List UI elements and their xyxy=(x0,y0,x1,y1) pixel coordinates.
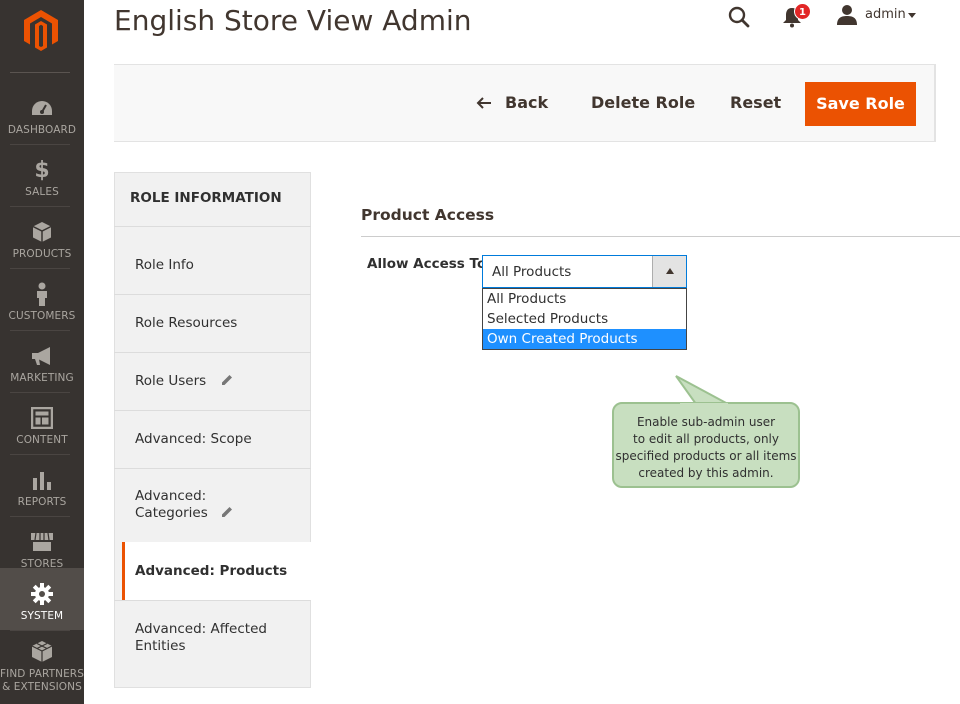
allow-access-select[interactable]: All Products xyxy=(482,255,687,288)
user-icon[interactable] xyxy=(836,4,858,26)
page-title: English Store View Admin xyxy=(114,4,472,37)
section-title: Product Access xyxy=(361,206,495,224)
tab-divider xyxy=(114,352,311,353)
option-own-created-products[interactable]: Own Created Products xyxy=(483,329,686,349)
nav-content[interactable]: CONTENT xyxy=(0,392,84,454)
tab-role-users[interactable]: Role Users xyxy=(135,373,206,390)
megaphone-icon xyxy=(32,347,50,365)
tab-advanced-scope[interactable]: Advanced: Scope xyxy=(135,431,252,448)
tab-advanced-categories[interactable]: Advanced: Categories xyxy=(135,488,208,522)
box-icon xyxy=(32,222,52,242)
cubes-icon xyxy=(31,641,53,662)
callout-line3: specified products or all items xyxy=(615,449,797,463)
nav-reports[interactable]: REPORTS xyxy=(0,454,84,516)
nav-dashboard-label: DASHBOARD xyxy=(7,124,77,136)
nav-customers-label: CUSTOMERS xyxy=(8,310,76,322)
tabs-title: ROLE INFORMATION xyxy=(130,190,282,206)
save-role-button[interactable]: Save Role xyxy=(805,82,916,126)
arrow-left-icon[interactable] xyxy=(476,95,492,111)
annotation-callout: Enable sub-admin user to edit all produc… xyxy=(612,402,800,488)
tab-advanced-products[interactable]: Advanced: Products xyxy=(135,563,287,580)
search-icon[interactable] xyxy=(728,6,750,28)
nav-customers[interactable]: CUSTOMERS xyxy=(0,268,84,330)
nav-find-partners-label: FIND PARTNERS & EXTENSIONS xyxy=(0,668,84,694)
storefront-icon xyxy=(31,532,53,551)
tab-advanced-affected-entities[interactable]: Advanced: Affected Entities xyxy=(135,621,267,655)
select-toggle-button[interactable] xyxy=(652,256,686,287)
select-current-value: All Products xyxy=(492,264,572,280)
page-actions-edge xyxy=(934,64,936,142)
bar-chart-icon xyxy=(33,472,51,490)
tab-affected-entities-line2: Entities xyxy=(135,638,186,654)
nav-content-label: CONTENT xyxy=(16,434,68,446)
tab-divider xyxy=(114,600,311,601)
role-tabs-panel xyxy=(114,172,311,688)
admin-sidebar: DASHBOARD $ SALES PRODUCTS CUSTOMERS MAR… xyxy=(0,0,84,704)
nav-marketing[interactable]: MARKETING xyxy=(0,330,84,392)
callout-line2: to edit all products, only xyxy=(633,432,779,446)
tab-divider xyxy=(114,410,311,411)
dashboard-icon xyxy=(32,101,52,115)
chevron-up-icon xyxy=(666,268,674,274)
nav-marketing-label: MARKETING xyxy=(10,372,74,384)
magento-logo-icon[interactable] xyxy=(22,8,60,52)
nav-find-partners[interactable]: FIND PARTNERS & EXTENSIONS xyxy=(0,630,84,704)
nav-reports-label: REPORTS xyxy=(17,496,67,508)
user-menu-name[interactable]: admin xyxy=(865,7,906,22)
tab-role-info[interactable]: Role Info xyxy=(135,257,194,274)
allow-access-dropdown: All Products Selected Products Own Creat… xyxy=(482,288,687,350)
tab-divider xyxy=(114,226,311,227)
callout-line1: Enable sub-admin user xyxy=(636,415,776,429)
nav-dashboard[interactable]: DASHBOARD xyxy=(0,82,84,144)
nav-sales[interactable]: $ SALES xyxy=(0,144,84,206)
option-selected-products[interactable]: Selected Products xyxy=(483,309,686,329)
layout-icon xyxy=(31,407,53,429)
tab-advanced-categories-line1: Advanced: xyxy=(135,488,207,504)
delete-role-button[interactable]: Delete Role xyxy=(591,93,695,112)
section-divider xyxy=(361,236,960,237)
option-all-products[interactable]: All Products xyxy=(483,289,686,309)
person-icon xyxy=(37,282,47,306)
nav-find-partners-line1: FIND PARTNERS xyxy=(0,668,84,680)
tab-divider xyxy=(114,294,311,295)
tab-divider xyxy=(114,468,311,469)
callout-pointer-join xyxy=(680,403,728,406)
tab-affected-entities-line1: Advanced: Affected xyxy=(135,621,267,637)
nav-products-label: PRODUCTS xyxy=(12,248,72,260)
nav-system-label: SYSTEM xyxy=(20,610,64,622)
active-tab-indicator xyxy=(122,542,125,600)
back-button[interactable]: Back xyxy=(505,93,548,112)
reset-button[interactable]: Reset xyxy=(730,93,781,112)
allow-access-label: Allow Access To xyxy=(367,256,487,272)
logo-divider xyxy=(10,72,70,73)
tab-advanced-categories-line2: Categories xyxy=(135,505,208,521)
pencil-icon xyxy=(222,375,232,385)
tab-role-resources[interactable]: Role Resources xyxy=(135,315,237,332)
pencil-icon xyxy=(222,507,232,517)
gear-icon xyxy=(31,583,53,605)
callout-line4: created by this admin. xyxy=(638,466,774,480)
chevron-down-icon[interactable] xyxy=(908,13,916,18)
nav-products[interactable]: PRODUCTS xyxy=(0,206,84,268)
nav-find-partners-line2: & EXTENSIONS xyxy=(2,681,82,693)
notification-badge[interactable]: 1 xyxy=(794,3,811,20)
nav-system[interactable]: SYSTEM xyxy=(0,568,84,630)
dollar-icon: $ xyxy=(34,157,50,183)
nav-sales-label: SALES xyxy=(25,186,59,198)
